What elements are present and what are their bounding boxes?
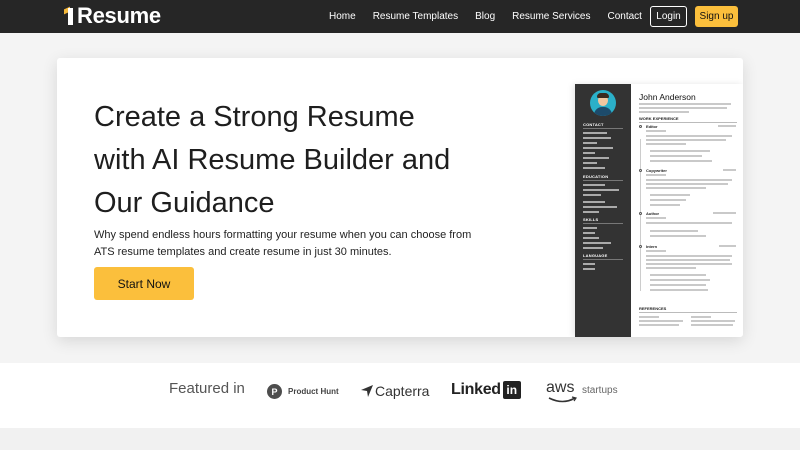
headline-line-3: Our Guidance [94, 187, 275, 219]
subtext-line-1: Why spend endless hours formatting your … [94, 229, 472, 241]
linkedin-wordmark: Linked [451, 381, 501, 398]
subtext-line-2: ATS resume templates and create resume i… [94, 246, 392, 258]
hero-card: Create a Strong Resume with AI Resume Bu… [57, 58, 743, 337]
linkedin-logo: Linked in [451, 381, 521, 399]
resume-job-title: Copywriter [646, 168, 667, 173]
top-navbar: Resume Home Resume Templates Blog Resume… [0, 0, 800, 33]
resume-job-title: Intern [646, 244, 658, 249]
logo-one-mark [64, 6, 76, 26]
resume-side-heading: EDUCATION [583, 174, 609, 179]
capterra-logo: Capterra [361, 383, 429, 399]
start-now-button[interactable]: Start Now [94, 267, 194, 300]
nav-link-contact[interactable]: Contact [607, 11, 641, 22]
resume-avatar [590, 90, 616, 116]
capterra-wordmark: Capterra [375, 383, 430, 399]
resume-preview-image: CONTACT EDUCATION SKILLS LANGUAGE John A… [575, 84, 743, 337]
capterra-arrow-icon [361, 385, 373, 397]
footer-band [0, 428, 800, 450]
resume-job-title: Author [646, 211, 660, 216]
hero-headline: Create a Strong Resume with AI Resume Bu… [94, 96, 514, 225]
resume-side-heading: CONTACT [583, 122, 604, 127]
linkedin-in-icon: in [502, 381, 521, 399]
hero-subtext: Why spend endless hours formatting your … [94, 227, 494, 261]
aws-smile-icon [548, 396, 577, 403]
nav-link-resume-services[interactable]: Resume Services [512, 11, 590, 22]
site-logo[interactable]: Resume [64, 3, 161, 28]
aws-wordmark: aws [546, 379, 575, 396]
resume-name: John Anderson [639, 92, 696, 102]
resume-sidebar: CONTACT EDUCATION SKILLS LANGUAGE [575, 84, 631, 337]
product-hunt-wordmark: Product Hunt [288, 387, 339, 396]
headline-line-2: with AI Resume Builder and [94, 144, 451, 176]
resume-side-heading: LANGUAGE [583, 253, 608, 258]
login-button[interactable]: Login [650, 6, 687, 27]
resume-main-heading: REFERENCES [639, 306, 667, 311]
resume-main-heading: WORK EXPERIENCE [639, 116, 679, 121]
nav-link-resume-templates[interactable]: Resume Templates [373, 11, 458, 22]
nav-link-home[interactable]: Home [329, 11, 356, 22]
logo-text: Resume [77, 3, 161, 28]
signup-button[interactable]: Sign up [695, 6, 738, 27]
aws-startups-logo: aws startups [546, 379, 626, 405]
featured-in-label: Featured in [169, 380, 245, 397]
resume-job-title: Editor [646, 124, 658, 129]
resume-side-heading: SKILLS [583, 217, 599, 222]
headline-line-1: Create a Strong Resume [94, 101, 415, 133]
product-hunt-icon: P [267, 384, 282, 399]
nav-links: Home Resume Templates Blog Resume Servic… [329, 0, 659, 33]
aws-startups-text: startups [582, 385, 618, 396]
product-hunt-logo: P Product Hunt [267, 384, 339, 399]
nav-link-blog[interactable]: Blog [475, 11, 495, 22]
